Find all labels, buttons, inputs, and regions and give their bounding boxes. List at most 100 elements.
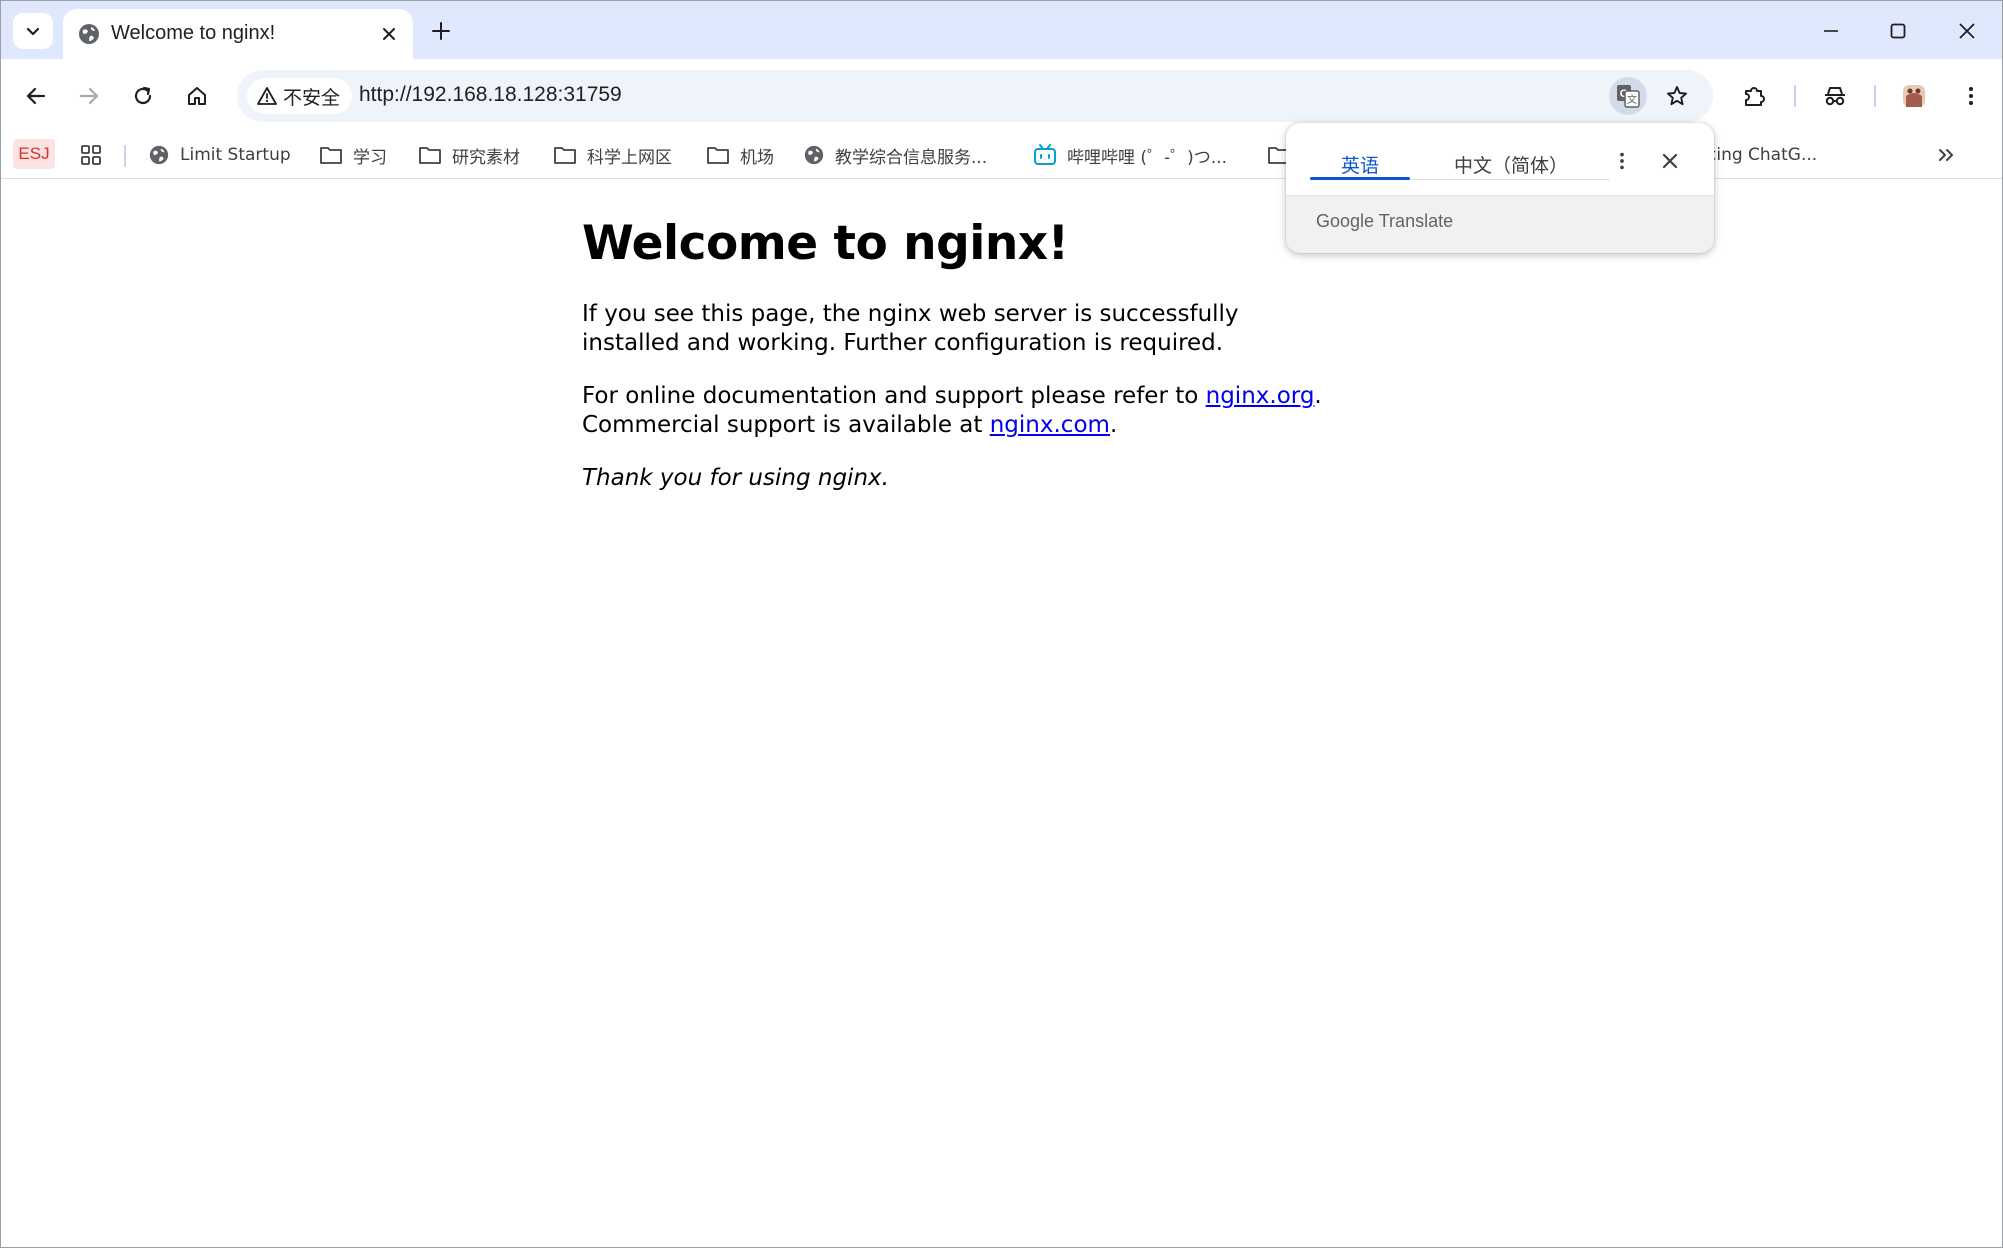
close-icon	[383, 28, 395, 40]
close-icon	[1959, 23, 1975, 39]
apps-grid-icon	[81, 145, 101, 165]
chrome-menu-button[interactable]	[1949, 74, 1993, 118]
tab-source-language[interactable]: 英语	[1310, 141, 1410, 187]
bookmark-label: 科学上网区	[587, 147, 672, 168]
bookmarks-overflow-button[interactable]	[1936, 138, 1956, 172]
svg-text:文: 文	[1627, 93, 1637, 106]
page-heading: Welcome to nginx!	[582, 216, 1069, 271]
arrow-left-icon	[26, 87, 46, 105]
forward-button[interactable]	[67, 74, 111, 118]
security-indicator[interactable]: 不安全	[247, 78, 353, 114]
bookmark-folder-study[interactable]: 学习	[319, 138, 387, 172]
minimize-icon	[1824, 30, 1838, 32]
browser-window: Welcome to nginx! 不安全 http://192.168.18.…	[0, 0, 2003, 1248]
folder-icon	[707, 147, 729, 164]
commercial-punct: .	[1109, 412, 1118, 439]
translate-button[interactable]: G文	[1609, 77, 1647, 115]
tab-close-button[interactable]	[375, 20, 403, 48]
globe-icon	[149, 145, 169, 165]
translate-options-button[interactable]	[1604, 143, 1640, 179]
bookmark-folder-research[interactable]: 研究素材	[418, 138, 520, 172]
support-punct: .	[1314, 383, 1322, 410]
toolbar-divider	[1794, 85, 1796, 107]
folder-icon	[419, 147, 441, 164]
commercial-text: Commercial support is available at	[582, 412, 990, 439]
globe-icon	[79, 24, 99, 44]
double-chevron-right-icon	[1939, 149, 1953, 161]
back-button[interactable]	[14, 74, 58, 118]
tab-target-language[interactable]: 中文（简体）	[1416, 141, 1606, 187]
maximize-icon	[1890, 23, 1906, 39]
url-text[interactable]: http://192.168.18.128:31759	[359, 83, 622, 107]
avatar-icon	[1903, 85, 1925, 107]
bookmark-folder-vpn[interactable]: 科学上网区	[553, 138, 672, 172]
bookmarks-divider	[124, 145, 126, 167]
tab-active[interactable]: Welcome to nginx!	[63, 9, 413, 59]
minimize-button[interactable]	[1801, 9, 1861, 53]
globe-icon	[804, 145, 824, 165]
bookmark-chatgpt[interactable]: cing ChatG...	[1707, 138, 1817, 172]
kebab-menu-icon	[1969, 87, 1973, 105]
bookmark-label: 研究素材	[452, 147, 520, 168]
support-text: For online documentation and support ple…	[582, 383, 1206, 410]
folder-icon	[320, 147, 342, 164]
translate-popup: 英语 中文（简体） Google Translate	[1286, 123, 1714, 253]
nginx-org-link[interactable]: nginx.org	[1206, 383, 1315, 409]
page-viewport: Welcome to nginx! If you see this page, …	[1, 180, 2002, 1247]
reload-button[interactable]	[121, 74, 165, 118]
folder-icon	[554, 147, 576, 164]
nginx-com-link[interactable]: nginx.com	[990, 412, 1110, 438]
translate-close-button[interactable]	[1652, 143, 1688, 179]
security-label: 不安全	[283, 86, 341, 109]
home-button[interactable]	[175, 74, 219, 118]
new-tab-button[interactable]	[423, 13, 459, 49]
bookmark-label: Limit Startup	[180, 145, 291, 165]
thanks-paragraph: Thank you for using nginx.	[582, 464, 1342, 493]
bookmark-teaching-system[interactable]: 教学综合信息服务...	[803, 138, 987, 172]
toolbar-divider	[1874, 85, 1876, 107]
google-wordmark: Google	[1316, 211, 1375, 231]
apps-button[interactable]	[79, 138, 103, 172]
profile-avatar[interactable]	[1892, 74, 1936, 118]
star-icon	[1667, 86, 1687, 106]
tab-search-button[interactable]	[13, 13, 53, 49]
extensions-button[interactable]	[1732, 74, 1776, 118]
chevron-down-icon	[26, 27, 40, 36]
translate-wordmark: Translate	[1378, 211, 1454, 231]
tab-strip: Welcome to nginx!	[1, 1, 2002, 59]
bookmark-limit-startup[interactable]: Limit Startup	[148, 138, 291, 172]
close-icon	[1662, 153, 1678, 169]
bookmark-label: 学习	[353, 147, 387, 168]
bookmark-label: cing ChatG...	[1707, 145, 1818, 165]
intro-paragraph: If you see this page, the nginx web serv…	[582, 301, 1239, 357]
thanks-text: Thank you for using nginx.	[582, 465, 889, 492]
puzzle-icon	[1745, 87, 1765, 106]
bookmark-esj[interactable]: ESJ	[13, 139, 55, 169]
bookmark-star-button[interactable]	[1658, 77, 1696, 115]
incognito-button[interactable]	[1813, 74, 1857, 118]
arrow-right-icon	[79, 87, 99, 105]
home-icon	[188, 87, 206, 105]
reload-icon	[134, 86, 152, 105]
active-tab-indicator	[1310, 177, 1410, 180]
bilibili-icon	[1034, 144, 1056, 165]
support-paragraph: For online documentation and support ple…	[582, 382, 1342, 440]
plus-icon	[432, 22, 450, 40]
incognito-icon	[1825, 87, 1845, 106]
kebab-menu-icon	[1620, 152, 1624, 170]
bookmark-bilibili[interactable]: 哔哩哔哩 (゜-゜)つ...	[1033, 138, 1227, 172]
bookmark-label: 机场	[740, 147, 774, 168]
translate-icon: G文	[1617, 85, 1640, 108]
bookmark-folder-airport[interactable]: 机场	[706, 138, 774, 172]
address-bar[interactable]: 不安全 http://192.168.18.128:31759 G文	[237, 70, 1713, 122]
close-window-button[interactable]	[1937, 9, 1997, 53]
toolbar: 不安全 http://192.168.18.128:31759 G文	[1, 59, 2002, 133]
google-translate-brand: Google Translate	[1316, 211, 1453, 232]
tab-title: Welcome to nginx!	[111, 22, 276, 44]
maximize-button[interactable]	[1868, 9, 1928, 53]
warning-icon	[257, 87, 277, 105]
nginx-welcome: Welcome to nginx! If you see this page, …	[582, 216, 1342, 517]
bookmark-label: 教学综合信息服务...	[835, 147, 988, 168]
bookmark-label: 哔哩哔哩 (゜-゜)つ...	[1067, 147, 1228, 168]
translate-footer: Google Translate	[1286, 195, 1714, 253]
